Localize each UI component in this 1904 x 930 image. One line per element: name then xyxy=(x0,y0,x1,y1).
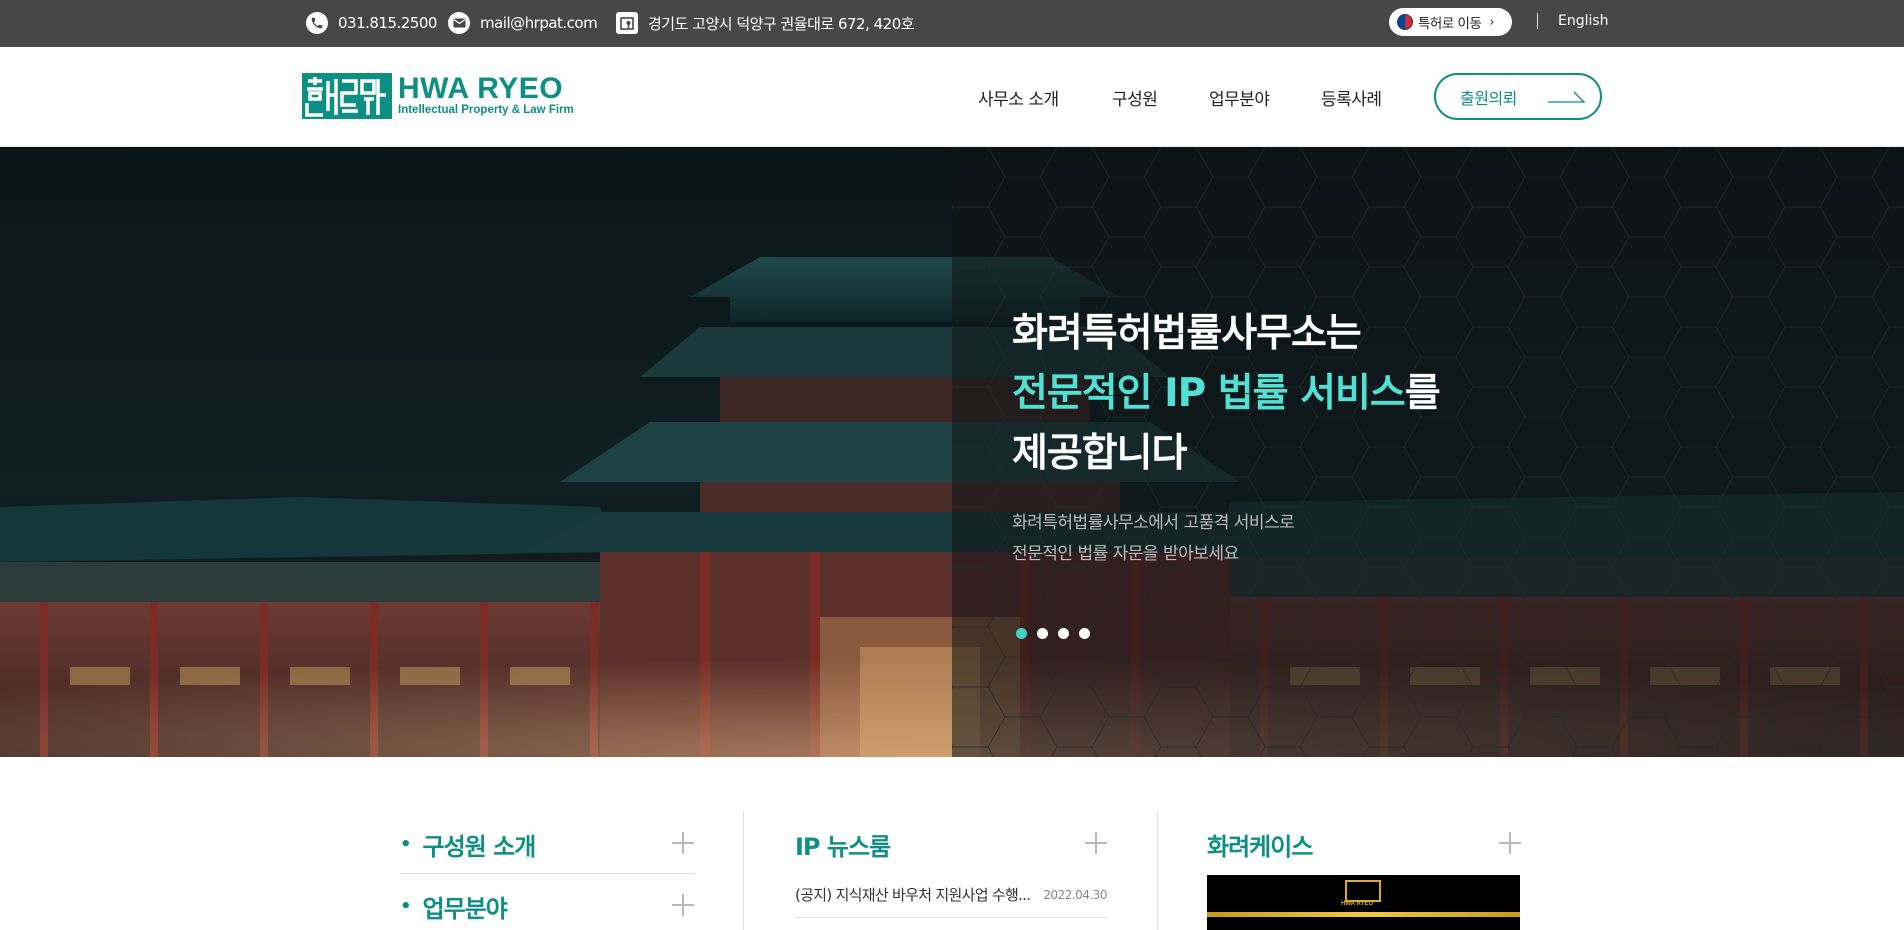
ip-newsroom-heading[interactable]: IP 뉴스룸 xyxy=(795,827,891,862)
practice-more-plus-icon[interactable] xyxy=(672,894,694,916)
hero-description: 화려특허법률사무소에서 고품격 서비스로 전문적인 법률 자문을 받아보세요 xyxy=(1012,508,1295,570)
news-divider xyxy=(795,917,1107,918)
hero-description-line1: 화려특허법률사무소에서 고품격 서비스로 xyxy=(1012,513,1295,533)
mail-icon xyxy=(448,12,470,34)
news-item-date: 2022.04.30 xyxy=(1043,887,1107,902)
bullet-dot-icon: • xyxy=(400,896,411,917)
case-logo-mark-icon xyxy=(1345,880,1381,902)
hwaryeo-case-title: 화려케이스 xyxy=(1207,833,1313,861)
practice-areas-link[interactable]: • 업무분야 xyxy=(400,889,508,924)
application-request-label: 출원의뢰 xyxy=(1460,88,1517,108)
email-address: mail@hrpat.com xyxy=(480,14,598,32)
top-info-bar: 031.815.2500 mail@hrpat.com 경기도 고양시 덕양구 … xyxy=(0,0,1904,47)
application-request-button[interactable]: 출원의뢰 xyxy=(1434,73,1602,120)
case-gold-band xyxy=(1207,912,1520,917)
members-more-plus-icon[interactable] xyxy=(672,832,694,854)
logo-mark-icon xyxy=(302,73,392,119)
hero-description-line2: 전문적인 법률 자문을 받아보세요 xyxy=(1012,544,1239,564)
slide-dot-3[interactable] xyxy=(1058,628,1069,639)
nav-item-practice-areas[interactable]: 업무분야 xyxy=(1209,85,1270,110)
news-item-title: (공지) 지식재산 바우처 지원사업 수행... xyxy=(795,886,1031,904)
case-thumbnail[interactable]: HWA RYEO xyxy=(1207,875,1520,930)
practice-areas-title: 업무분야 xyxy=(422,895,508,923)
column-divider xyxy=(1157,812,1158,930)
hero-headline-line2-rest: 를 xyxy=(1404,371,1441,416)
email-info[interactable]: mail@hrpat.com xyxy=(448,12,598,34)
phone-number: 031.815.2500 xyxy=(338,14,437,32)
members-intro-title: 구성원 소개 xyxy=(422,833,537,861)
hero-headline: 화려특허법률사무소는 전문적인 IP 법률 서비스를 제공합니다 xyxy=(1012,304,1441,484)
address-info: 경기도 고양시 덕양구 권율대로 672, 420호 xyxy=(616,12,915,34)
korea-flag-icon xyxy=(1397,14,1413,30)
bullet-dot-icon: • xyxy=(400,834,411,855)
topbar-divider xyxy=(1537,13,1538,29)
news-list-item[interactable]: (공지) 지식재산 바우처 지원사업 수행... 2022.04.30 xyxy=(795,884,1107,905)
section-divider xyxy=(400,873,695,874)
nav-item-registration-cases[interactable]: 등록사례 xyxy=(1321,85,1382,110)
chevron-right-icon: › xyxy=(1489,14,1495,30)
location-icon xyxy=(616,12,638,34)
slide-dot-4[interactable] xyxy=(1079,628,1090,639)
slide-dot-2[interactable] xyxy=(1037,628,1048,639)
members-intro-link[interactable]: • 구성원 소개 xyxy=(400,827,537,862)
hero-headline-line1: 화려특허법률사무소는 xyxy=(1012,311,1362,356)
phone-icon xyxy=(306,12,328,34)
logo-subtitle: Intellectual Property & Law Firm xyxy=(398,104,574,116)
patent-site-button[interactable]: 특허로 이동 › xyxy=(1389,8,1512,36)
site-header: HWA RYEO Intellectual Property & Law Fir… xyxy=(0,47,1904,147)
hwaryeo-logo[interactable]: HWA RYEO Intellectual Property & Law Fir… xyxy=(302,73,574,119)
address-text: 경기도 고양시 덕양구 권율대로 672, 420호 xyxy=(648,14,915,33)
column-divider xyxy=(743,812,744,930)
hero-banner: 화려특허법률사무소는 전문적인 IP 법률 서비스를 제공합니다 화려특허법률사… xyxy=(0,147,1904,757)
nav-item-office-intro[interactable]: 사무소 소개 xyxy=(978,85,1059,110)
news-more-plus-icon[interactable] xyxy=(1085,832,1107,854)
ip-newsroom-title: IP 뉴스룸 xyxy=(795,833,891,861)
arrow-right-icon xyxy=(1548,91,1586,103)
phone-info[interactable]: 031.815.2500 xyxy=(306,12,437,34)
hwaryeo-case-heading[interactable]: 화려케이스 xyxy=(1207,827,1313,862)
hero-headline-highlight: 전문적인 IP 법률 서비스 xyxy=(1012,371,1406,416)
slider-pagination xyxy=(1016,628,1100,639)
nav-item-members[interactable]: 구성원 xyxy=(1112,85,1158,110)
hero-headline-line3: 제공합니다 xyxy=(1012,431,1187,476)
patent-site-label: 특허로 이동 xyxy=(1418,16,1482,32)
slide-dot-1[interactable] xyxy=(1016,628,1027,639)
logo-name: HWA RYEO xyxy=(398,72,564,105)
case-more-plus-icon[interactable] xyxy=(1499,832,1521,854)
hero-headline-line2: 전문적인 IP 법률 서비스를 xyxy=(1012,364,1441,424)
case-logo-text: HWA RYEO xyxy=(1341,901,1374,907)
language-english-link[interactable]: English xyxy=(1558,13,1609,29)
